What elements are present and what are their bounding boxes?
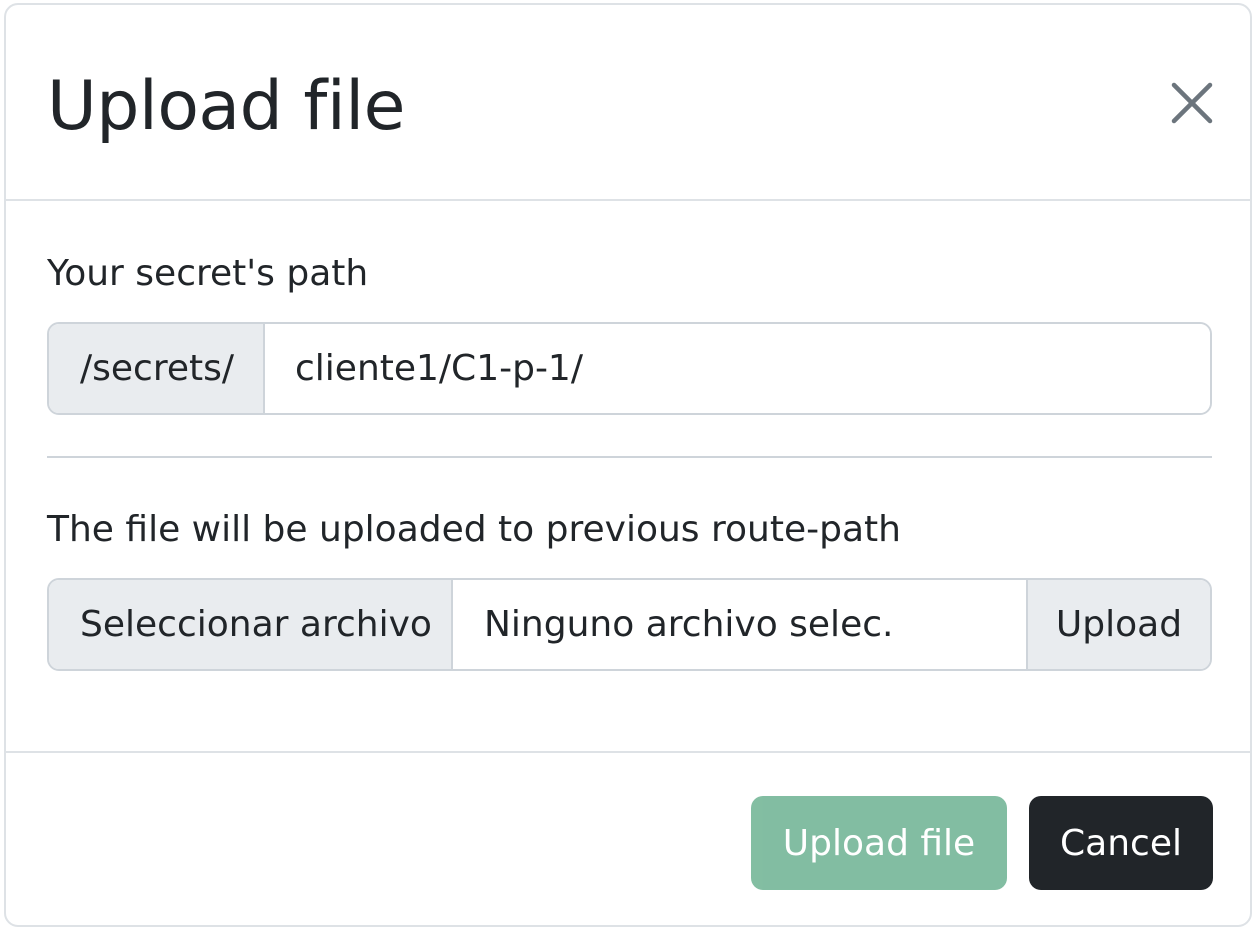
secret-path-input[interactable] <box>265 324 1210 413</box>
modal-title: Upload file <box>47 67 405 146</box>
section-divider <box>47 456 1212 458</box>
modal-footer: Upload file Cancel <box>6 751 1250 925</box>
choose-file-button[interactable]: Seleccionar archivo <box>49 580 453 669</box>
secret-path-label: Your secret's path <box>47 253 369 294</box>
upload-addon-button[interactable]: Upload <box>1026 580 1210 669</box>
cancel-button[interactable]: Cancel <box>1029 796 1213 890</box>
file-upload-input-group: Seleccionar archivo Ninguno archivo sele… <box>47 578 1212 671</box>
path-prefix-addon: /secrets/ <box>49 324 265 413</box>
upload-destination-label: The file will be uploaded to previous ro… <box>47 509 901 550</box>
modal-header: Upload file <box>6 5 1250 201</box>
close-button[interactable] <box>1166 77 1218 129</box>
close-icon <box>1171 82 1213 124</box>
upload-file-button[interactable]: Upload file <box>751 796 1007 890</box>
secret-path-input-group: /secrets/ <box>47 322 1212 415</box>
upload-file-modal: Upload file Your secret's path /secrets/… <box>4 3 1252 927</box>
selected-file-name: Ninguno archivo selec. <box>453 580 1026 669</box>
